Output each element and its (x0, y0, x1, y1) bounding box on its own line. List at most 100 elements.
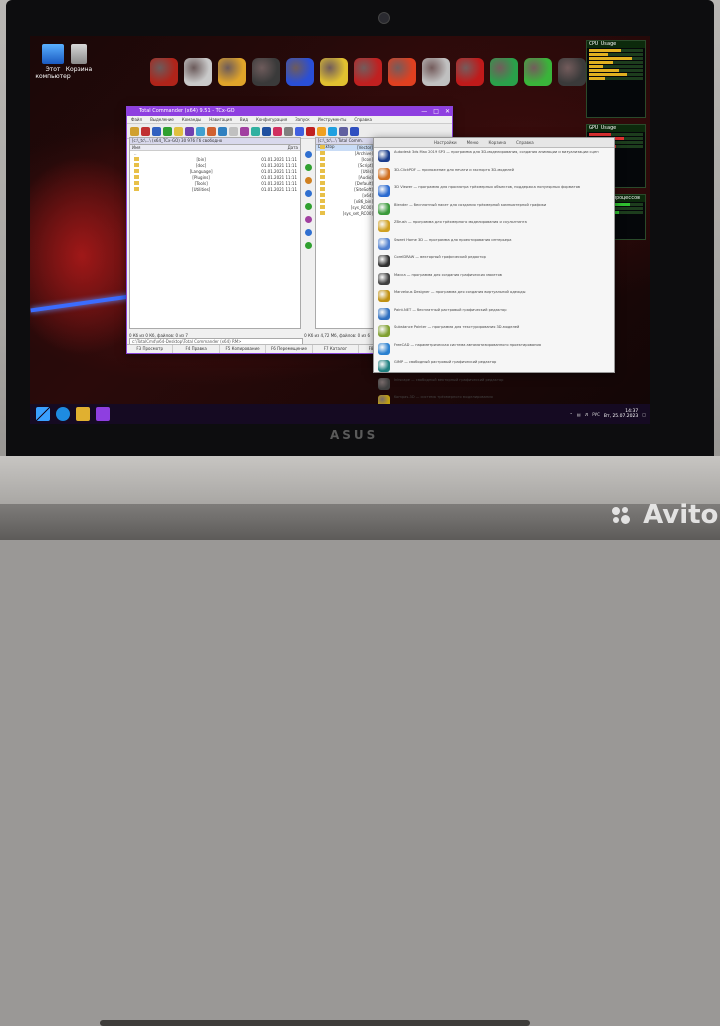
dock-app-icon[interactable] (150, 58, 178, 86)
toolbar-button-icon[interactable] (207, 126, 216, 136)
program-row[interactable]: Sweet Home 3D — программа для проектиров… (378, 237, 610, 256)
clock[interactable]: 14:37 Вт, 25.07.2023 (604, 409, 638, 419)
edge-icon[interactable] (56, 407, 70, 421)
toolbar-button-icon[interactable] (229, 126, 238, 136)
program-description: Inkscape — свободный векторный графическ… (394, 377, 504, 382)
toolbar-button-icon[interactable] (284, 126, 293, 136)
dock-app-icon[interactable] (252, 58, 280, 86)
file-name: [sys_set_RC00] (342, 211, 373, 216)
toolbar-button-icon[interactable] (152, 126, 161, 136)
file-row[interactable]: [Utilities] 01.01.2021 11:11 (130, 187, 300, 193)
nav-icon[interactable] (304, 164, 312, 171)
windows-start-icon[interactable] (36, 407, 50, 421)
program-row[interactable]: CorelDRAW — векторный графический редакт… (378, 255, 610, 273)
menu-item[interactable]: Команды (182, 116, 201, 123)
file-explorer-icon[interactable] (76, 407, 90, 421)
program-row[interactable]: Inkscape — свободный векторный графическ… (378, 377, 610, 396)
function-key-button[interactable]: F7 Каталог (313, 345, 360, 353)
toolbar-button-icon[interactable] (350, 126, 359, 136)
program-row[interactable]: FreeCAD — параметрическая система автома… (378, 342, 610, 361)
left-file-panel[interactable]: [c:\_tc\...\ (x64_TCx-GO) 30 976 Гб своб… (129, 137, 301, 329)
dock-app-icon[interactable] (320, 58, 348, 86)
nav-icon[interactable] (304, 229, 312, 236)
info-menu-item[interactable]: Настройки (434, 138, 457, 147)
volume-icon[interactable]: ♬ (585, 412, 589, 417)
menu-item[interactable]: Навигация (209, 116, 232, 123)
file-row[interactable]: [sys_set_RC00] (316, 211, 376, 217)
dock-app-icon[interactable] (218, 58, 246, 86)
webcam (378, 12, 390, 24)
function-key-button[interactable]: F3 Просмотр (127, 345, 174, 353)
program-row[interactable]: Autodesk 3ds Max 2019 SP3 — программа дл… (378, 150, 610, 168)
program-row[interactable]: Marvelous Designer — программа для созда… (378, 290, 610, 308)
function-key-button[interactable]: F6 Перемещение (266, 345, 313, 353)
minimize-icon[interactable]: — (421, 107, 427, 116)
program-list-window[interactable]: Настройки Меню Корзина Справка Autodesk 3ds… (373, 137, 615, 424)
menu-item[interactable]: Вид (240, 116, 248, 123)
program-row[interactable]: Paint.NET — бесплатный растровый графиче… (378, 307, 610, 326)
column-date[interactable]: Дата (288, 145, 298, 150)
function-key-button[interactable]: F5 Копирование (220, 345, 267, 353)
program-row[interactable]: 3D-ClickPDF — приложение для печати и эк… (378, 167, 610, 186)
menu-item[interactable]: Выделение (150, 116, 174, 123)
dock-app-icon[interactable] (354, 58, 382, 86)
program-row[interactable]: GIMP — свободный растровый графический р… (378, 360, 610, 378)
toolbar-button-icon[interactable] (295, 126, 304, 136)
desktop-icon-recycle-bin[interactable]: Корзина (60, 44, 98, 73)
dock-app-icon[interactable] (524, 58, 552, 86)
program-row[interactable]: Маска — программа для создания графическ… (378, 272, 610, 291)
toolbar-button-icon[interactable] (185, 126, 194, 136)
toolbar-button-icon[interactable] (163, 126, 172, 136)
total-commander-taskbar-icon[interactable] (96, 407, 110, 421)
nav-icon[interactable] (304, 203, 312, 210)
toolbar-button-icon[interactable] (262, 126, 271, 136)
nav-icon[interactable] (304, 242, 312, 249)
dock-app-icon[interactable] (184, 58, 212, 86)
program-row[interactable]: 3D Viewer — программа для просмотра трёх… (378, 185, 610, 203)
maximize-icon[interactable]: □ (433, 107, 439, 116)
toolbar-button-icon[interactable] (306, 126, 315, 136)
dock-app-icon[interactable] (388, 58, 416, 86)
toolbar-button-icon[interactable] (317, 126, 326, 136)
info-menu-item[interactable]: Меню (467, 138, 479, 147)
menu-item[interactable]: Инструменты (318, 116, 347, 123)
menu-item[interactable]: Конфигурация (256, 116, 287, 123)
chevron-up-icon[interactable]: ⌃ (569, 412, 572, 417)
toolbar-button-icon[interactable] (339, 126, 348, 136)
toolbar-button-icon[interactable] (218, 126, 227, 136)
close-icon[interactable]: ✕ (445, 107, 450, 116)
function-key-button[interactable]: F4 Правка (173, 345, 220, 353)
right-file-panel[interactable]: [c:\_tc\...\ Total Comm. Desktop [Vector… (315, 137, 377, 329)
info-menu-item[interactable]: Корзина (489, 138, 507, 147)
menu-item[interactable]: Файл (131, 116, 142, 123)
network-icon[interactable]: ▤ (577, 412, 581, 417)
toolbar-button-icon[interactable] (240, 126, 249, 136)
toolbar-button-icon[interactable] (141, 126, 150, 136)
menu-item[interactable]: Запуск (295, 116, 310, 123)
menu-item[interactable]: Справка (354, 116, 372, 123)
program-row[interactable]: ZBrush — программа для трёхмерного модел… (378, 220, 610, 238)
toolbar-button-icon[interactable] (130, 126, 139, 136)
toolbar-button-icon[interactable] (196, 126, 205, 136)
toolbar-button-icon[interactable] (174, 126, 183, 136)
window-title-bar[interactable]: Total Commander (x64) 9.51 - TCx-GO — □ … (127, 107, 452, 116)
nav-icon[interactable] (304, 177, 312, 184)
toolbar-button-icon[interactable] (251, 126, 260, 136)
system-tray: ⌃ ▤ ♬ РУС 14:37 Вт, 25.07.2023 □ (569, 406, 646, 422)
nav-icon[interactable] (304, 190, 312, 197)
notifications-icon[interactable]: □ (642, 412, 646, 417)
info-menu-item[interactable]: Справка (516, 138, 534, 147)
nav-icon[interactable] (304, 216, 312, 223)
program-row[interactable]: Blender — бесплатный пакет для создания … (378, 202, 610, 221)
program-row[interactable]: Substance Painter — программа для тексту… (378, 325, 610, 343)
toolbar-button-icon[interactable] (273, 126, 282, 136)
dock-app-icon[interactable] (422, 58, 450, 86)
dock-app-icon[interactable] (286, 58, 314, 86)
dock-app-icon[interactable] (558, 58, 586, 86)
nav-icon[interactable] (304, 151, 312, 158)
toolbar-button-icon[interactable] (328, 126, 337, 136)
column-name[interactable]: Имя (132, 145, 140, 150)
dock-app-icon[interactable] (456, 58, 484, 86)
dock-app-icon[interactable] (490, 58, 518, 86)
language-indicator[interactable]: РУС (592, 412, 600, 417)
